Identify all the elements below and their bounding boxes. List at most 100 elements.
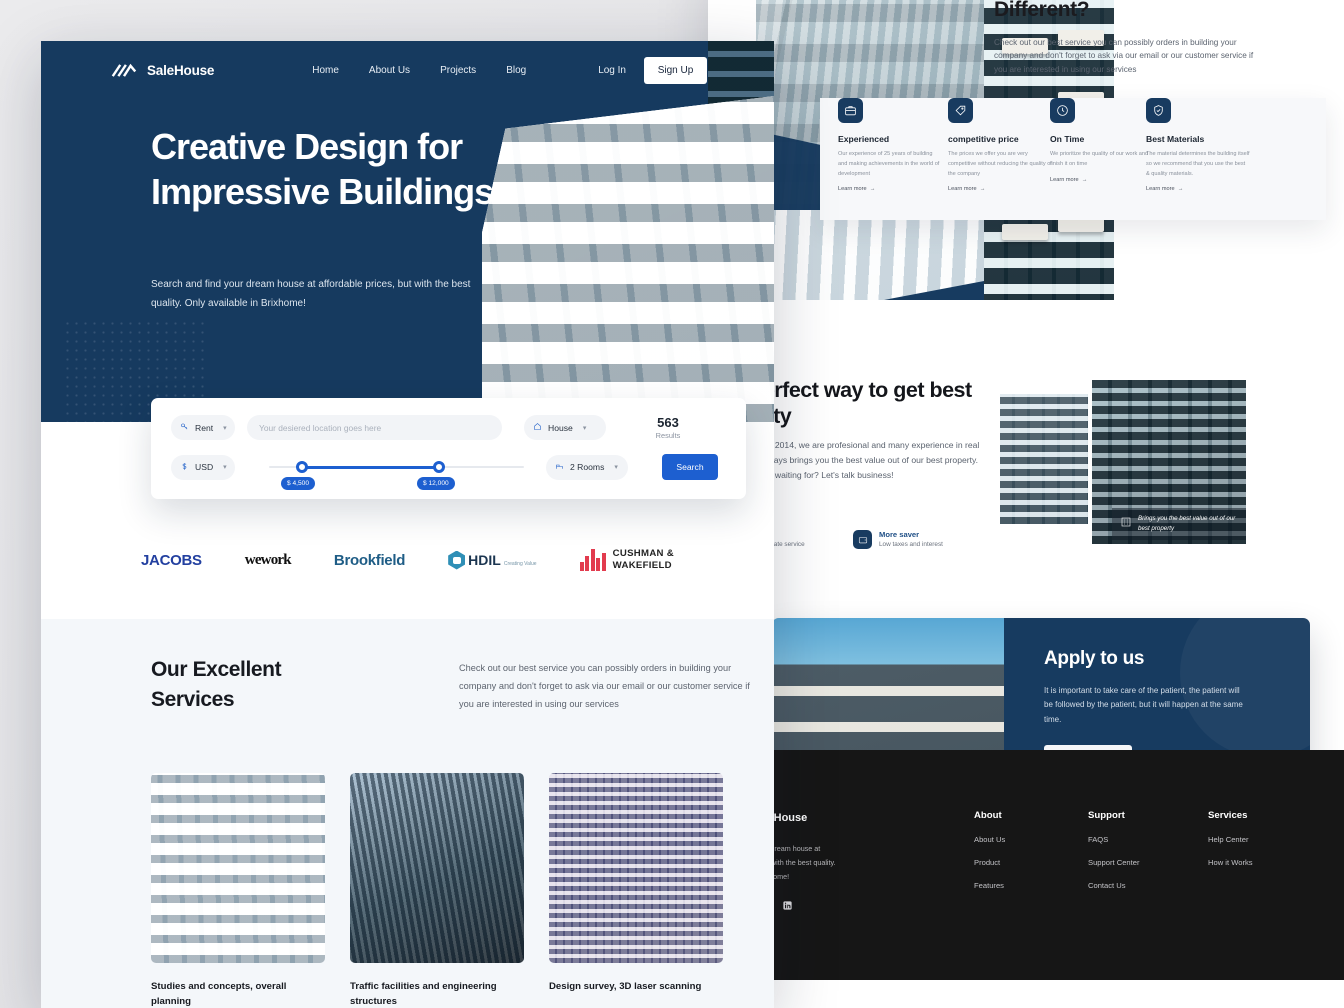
price-range-slider[interactable]: $ 4,500 $ 12,000 (269, 455, 524, 490)
chevron-down-icon: ▾ (582, 424, 587, 432)
nav-links: Home About Us Projects Blog (312, 65, 526, 76)
feature-learn-more[interactable]: Learn more → (1146, 186, 1250, 192)
hero-subtext: Search and find your dream house at affo… (151, 279, 471, 309)
apply-heading: Apply to us (1044, 648, 1145, 669)
feature-title: Experienced (838, 134, 890, 144)
image-caption-text: Brings you the best value out of our bes… (1138, 515, 1236, 532)
different-heading: Different? (994, 0, 1090, 21)
footer-column-support: Support FAQS Support Center Contact Us (1088, 810, 1140, 890)
salehouse-logo-icon (111, 63, 137, 77)
results-label: Results (655, 431, 681, 440)
tag-icon (948, 98, 973, 123)
price-max-label: $ 12,000 (417, 476, 455, 490)
feature-title: Best Materials (1146, 134, 1205, 144)
partner-logos: JACOBS wework Brookfield HDIL Creating V… (41, 501, 774, 619)
auth-actions: Log In Sign Up (598, 56, 774, 84)
brand-logo[interactable]: SaleHouse (110, 63, 214, 78)
service-title: Studies and concepts, overall planning (151, 981, 287, 1007)
footer-column-services: Services Help Center How it Works (1208, 810, 1253, 867)
service-image (151, 773, 325, 963)
location-input[interactable]: Your desiered location goes here (247, 415, 502, 440)
chevron-down-icon: ▾ (223, 424, 227, 432)
apply-body: It is important to take care of the pati… (1044, 686, 1243, 724)
nav-link-blog[interactable]: Blog (506, 65, 526, 76)
service-card[interactable]: Studies and concepts, overall planning N… (151, 773, 325, 1008)
footer-link[interactable]: FAQS (1088, 835, 1140, 844)
badge-more-saver: More saver Low taxes and interest (853, 530, 943, 549)
feature-title: competitive price (948, 134, 1019, 144)
services-description: Check out our best service you can possi… (459, 663, 750, 709)
feature-card-experienced[interactable]: Experienced Our experience of 25 years o… (838, 98, 942, 192)
slider-knob-max[interactable] (433, 460, 445, 473)
location-placeholder: Your desiered location goes here (259, 422, 382, 433)
logo-brookfield: Brookfield (333, 551, 406, 569)
wallet-icon (853, 530, 872, 549)
linkedin-icon[interactable] (782, 898, 793, 910)
login-link[interactable]: Log In (598, 65, 626, 76)
nav-link-about-us[interactable]: About Us (369, 65, 410, 76)
shield-check-icon (1146, 98, 1171, 123)
feature-body: The prices we offer you are very competi… (948, 151, 1052, 177)
feature-body: Our experience of 25 years of building a… (838, 151, 940, 177)
cushman-name: CUSHMAN & WAKEFIELD (612, 548, 674, 571)
property-search-card: Rent ▾ Your desiered location goes here … (151, 398, 746, 499)
feature-card-competitive-price[interactable]: competitive price The prices we offer yo… (948, 98, 1052, 192)
hero-building-photo (482, 96, 774, 422)
hdil-tagline: Creating Value (503, 560, 537, 567)
currency-dropdown[interactable]: USD ▾ (171, 454, 235, 480)
feature-card-best-materials[interactable]: Best Materials The material determines t… (1146, 98, 1250, 192)
logo-jacobs: JACOBS (141, 551, 202, 569)
footer-link[interactable]: Features (974, 881, 1005, 890)
key-icon (180, 422, 189, 433)
property-type-value: House (548, 422, 573, 433)
signup-button[interactable]: Sign Up (644, 56, 707, 84)
service-card-list: Studies and concepts, overall planning N… (151, 773, 723, 1008)
deal-type-value: Rent (195, 422, 214, 433)
right-page-mockup: Different? Check out our best service yo… (708, 0, 1344, 1008)
different-description: Check out our best service you can possi… (994, 38, 1254, 74)
footer-link[interactable]: How it Works (1208, 858, 1253, 867)
feature-learn-more[interactable]: Learn more → (838, 186, 942, 192)
logo-wework: wework (244, 551, 292, 568)
cushman-bars-icon (579, 549, 606, 571)
brand-name: SaleHouse (147, 62, 215, 78)
footer-link[interactable]: Support Center (1088, 858, 1140, 867)
hdil-hexagon-icon (448, 550, 466, 570)
clock-icon (1050, 98, 1075, 123)
home-icon (533, 422, 542, 433)
feature-card-on-time[interactable]: On Time We prioritize the quality of our… (1050, 98, 1154, 183)
feature-learn-more[interactable]: Learn more → (948, 186, 1052, 192)
footer-link[interactable]: Contact Us (1088, 881, 1140, 890)
deal-type-dropdown[interactable]: Rent ▾ (171, 415, 235, 440)
service-card[interactable]: Traffic facilities and engineering struc… (350, 773, 524, 1008)
currency-value: USD (195, 462, 214, 472)
search-button[interactable]: Search (662, 454, 718, 480)
nav-link-projects[interactable]: Projects (440, 65, 476, 76)
property-type-dropdown[interactable]: House ▾ (524, 415, 606, 440)
feature-body: The material determines the building its… (1146, 151, 1250, 177)
service-card[interactable]: Design survey, 3D laser scanning We are … (549, 773, 723, 1008)
chevron-down-icon: ▾ (614, 464, 618, 471)
footer-link[interactable]: Product (974, 858, 1005, 867)
nav-link-home[interactable]: Home (312, 65, 339, 76)
feature-cards-strip: Experienced Our experience of 25 years o… (820, 98, 1326, 220)
service-image (350, 773, 524, 963)
briefcase-icon (838, 98, 863, 123)
footer-link[interactable]: About Us (974, 835, 1005, 844)
footer-column-heading: About (974, 810, 1002, 821)
slider-knob-min[interactable] (296, 460, 308, 473)
chevron-down-icon: ▾ (223, 464, 227, 471)
services-section: Our Excellent Services Check out our bes… (41, 619, 774, 1008)
hero-section: SaleHouse Home About Us Projects Blog Lo… (41, 41, 774, 422)
footer-link[interactable]: Help Center (1208, 835, 1253, 844)
footer-column-about: About About Us Product Features (974, 810, 1005, 890)
price-min-label: $ 4,500 (281, 476, 315, 490)
service-title: Design survey, 3D laser scanning (549, 981, 702, 992)
results-count: 563 (657, 415, 679, 430)
image-caption-overlay: Brings you the best value out of our bes… (1112, 508, 1246, 540)
rooms-dropdown[interactable]: 2 Rooms ▾ (546, 454, 628, 480)
badge-title: More saver (879, 530, 920, 539)
left-page-mockup: SaleHouse Home About Us Projects Blog Lo… (41, 41, 774, 1008)
feature-learn-more[interactable]: Learn more → (1050, 177, 1154, 183)
footer-column-heading: Support (1088, 810, 1125, 821)
